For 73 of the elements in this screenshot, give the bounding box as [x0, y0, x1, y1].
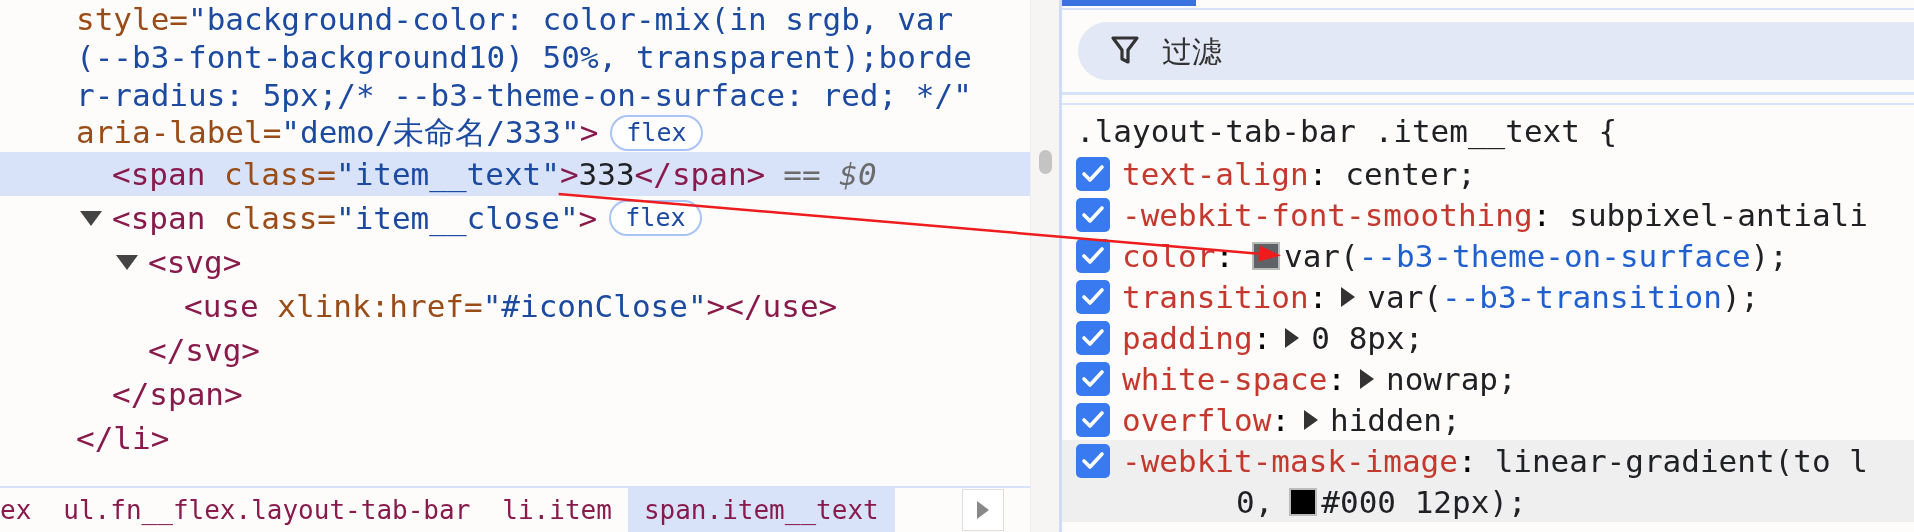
code-line: aria-label="demo/未命名/333"> [76, 113, 599, 152]
property-name[interactable]: white-space [1122, 360, 1328, 397]
checkbox[interactable] [1076, 238, 1110, 273]
expand-triangle-icon[interactable] [1285, 327, 1300, 348]
property-name[interactable]: -webkit-font-smoothing [1122, 196, 1533, 233]
filter-icon [1110, 35, 1140, 67]
colon: : [1308, 278, 1328, 315]
selected-marker: == $0 [783, 156, 877, 192]
code-line: (--b3-font-background10) 50%, transparent);borde [76, 39, 972, 75]
checkbox[interactable] [1076, 320, 1110, 355]
property-name[interactable]: padding [1122, 319, 1253, 356]
checkbox[interactable] [1076, 279, 1110, 314]
expand-triangle-icon[interactable] [80, 210, 102, 226]
color-swatch[interactable] [1289, 487, 1318, 516]
code-line: </li> [76, 420, 170, 456]
property-name[interactable]: color [1122, 237, 1216, 274]
checkmark-icon [1081, 204, 1105, 225]
breadcrumb[interactable]: li.item [486, 488, 628, 532]
flex-badge[interactable]: flex [610, 115, 703, 151]
colon: : [1308, 155, 1328, 192]
property-name[interactable]: text-align [1122, 155, 1309, 192]
filter-field[interactable]: 过滤 [1078, 22, 1914, 80]
code-line: </span> [112, 376, 243, 412]
property-name[interactable]: -webkit-mask-image [1122, 442, 1458, 479]
checkbox[interactable] [1076, 197, 1110, 232]
checkmark-icon [1081, 286, 1105, 307]
flex-badge[interactable]: flex [609, 200, 702, 236]
property-value[interactable]: nowrap; [1386, 360, 1517, 397]
code-line: </svg> [148, 332, 260, 368]
scroll-right-button[interactable] [962, 489, 1004, 531]
property-value[interactable]: var(--b3-transition); [1367, 278, 1760, 315]
tree-node-row[interactable]: <use xlink:href="#iconClose"></use> [0, 284, 1030, 328]
property-value[interactable]: 0 8px; [1311, 319, 1424, 356]
breadcrumb[interactable]: ex [0, 488, 48, 532]
code-line: <svg> [148, 244, 242, 280]
colon: : [1457, 442, 1477, 479]
checkbox[interactable] [1076, 402, 1110, 437]
code-line: <use xlink:href="#iconClose"></use> [184, 288, 838, 324]
property-value[interactable]: linear-gradient(to l [1494, 442, 1868, 479]
breadcrumb[interactable]: ul.fn__flex.layout-tab-bar [47, 488, 487, 532]
tree-node-row[interactable]: <svg> [0, 240, 1030, 284]
checkmark-icon [1081, 409, 1105, 430]
code-line: style="background-color: color-mix(in srgb, var [76, 1, 954, 37]
scrollbar[interactable] [1030, 0, 1059, 532]
property-name[interactable]: transition [1122, 278, 1309, 315]
checkbox[interactable] [1076, 156, 1110, 191]
checkbox[interactable] [1076, 361, 1110, 396]
property-name[interactable]: overflow [1122, 401, 1272, 438]
colon: : [1327, 360, 1346, 397]
code-line: r-radius: 5px;/* --b3-theme-on-surface: red; */" [76, 77, 972, 113]
property-value[interactable]: hidden; [1330, 401, 1461, 438]
colon: : [1252, 319, 1272, 356]
breadcrumb[interactable]: span.item__text [627, 488, 895, 532]
property-value[interactable]: center; [1345, 155, 1476, 192]
tree-node-row[interactable]: <span class="item__text">333</span> == $0 [0, 152, 1030, 196]
property-value[interactable]: subpixel-antiali [1569, 196, 1868, 233]
expand-triangle-icon[interactable] [116, 254, 138, 270]
checkmark-icon [1081, 245, 1105, 266]
css-selector: .layout-tab-bar .item__text { [1075, 112, 1619, 152]
checkmark-icon [1081, 163, 1105, 184]
tree-node-row[interactable]: <span class="item__close"> flex [0, 196, 1030, 240]
checkmark-icon [1081, 327, 1105, 348]
expand-triangle-icon[interactable] [1341, 286, 1356, 307]
code-line: <span class="item__text">333</span> [112, 156, 766, 192]
checkmark-icon [1081, 450, 1105, 471]
colon: : [1271, 401, 1290, 438]
property-value[interactable]: 0, #000 12px); [1236, 483, 1527, 520]
colon: : [1532, 196, 1552, 233]
code-line: <span class="item__close"> [112, 200, 598, 236]
checkmark-icon [1081, 368, 1105, 389]
expand-triangle-icon[interactable] [1360, 368, 1374, 389]
checkbox[interactable] [1076, 443, 1110, 478]
tree-node-row[interactable]: style="background-color: color-mix(in srgb, var (--b3-font-background10) 50%, transparent);borde r-radius: 5px;/* --b3-theme-on-surface: red; */" aria-label="demo/未命名/333"> flex [0, 0, 1030, 152]
